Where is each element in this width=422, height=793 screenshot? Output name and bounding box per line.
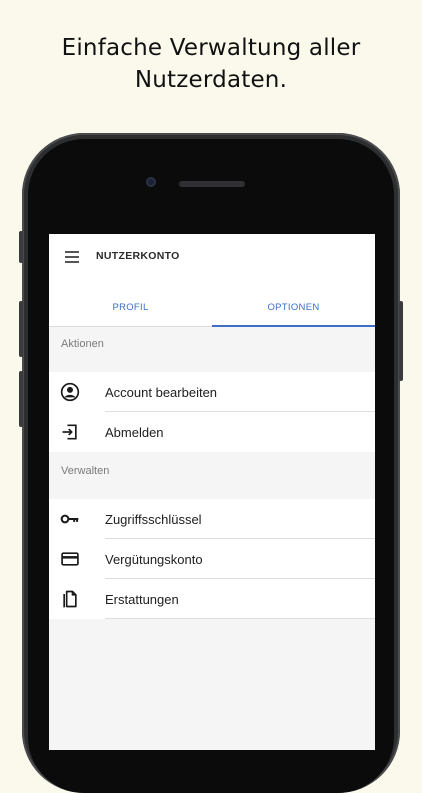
list-item-erstattungen[interactable]: Erstattungen — [49, 579, 375, 619]
volume-up-button — [19, 301, 23, 357]
tab-bar: PROFIL OPTIONEN — [49, 280, 375, 327]
list-item-label: Vergütungskonto — [105, 552, 203, 567]
app-screen: NUTZERKONTO PROFIL OPTIONEN Aktionen Acc… — [49, 234, 375, 750]
hamburger-menu-icon[interactable] — [65, 251, 79, 263]
mute-switch — [19, 231, 23, 263]
app-bar: NUTZERKONTO — [49, 234, 375, 280]
front-camera — [146, 177, 156, 187]
key-icon — [60, 514, 79, 524]
credit-card-icon — [61, 552, 79, 566]
section-label-verwalten: Verwalten — [61, 465, 110, 477]
list-item-label: Zugriffsschlüssel — [105, 512, 202, 527]
list-item-verguetungskonto[interactable]: Vergütungskonto — [49, 539, 375, 579]
list-item-label: Account bearbeiten — [105, 385, 218, 400]
headline-line-1: Einfache Verwaltung aller — [61, 35, 361, 61]
actions-list: Account bearbeiten Abmelden — [49, 372, 375, 452]
headline-line-2: Nutzerdaten. — [134, 67, 288, 93]
list-item-abmelden[interactable]: Abmelden — [49, 412, 375, 452]
volume-down-button — [19, 371, 23, 427]
list-item-label: Abmelden — [105, 425, 164, 440]
manage-list: Zugriffsschlüssel Vergütungskonto Erstat… — [49, 499, 375, 619]
section-label-aktionen: Aktionen — [61, 338, 104, 350]
list-item-zugriffsschluessel[interactable]: Zugriffsschlüssel — [49, 499, 375, 539]
logout-icon — [62, 424, 77, 440]
earpiece-speaker — [179, 181, 245, 187]
list-divider — [105, 618, 375, 619]
list-item-label: Erstattungen — [105, 592, 179, 607]
account-circle-icon — [60, 382, 80, 402]
app-bar-title: NUTZERKONTO — [96, 250, 180, 262]
headline: Einfache Verwaltung aller Nutzerdaten. — [0, 32, 422, 96]
document-icon — [63, 590, 77, 608]
active-tab-indicator — [212, 325, 375, 327]
power-button — [399, 301, 403, 381]
tab-profil[interactable]: PROFIL — [49, 280, 212, 326]
tab-optionen[interactable]: OPTIONEN — [212, 280, 375, 326]
list-item-account-bearbeiten[interactable]: Account bearbeiten — [49, 372, 375, 412]
